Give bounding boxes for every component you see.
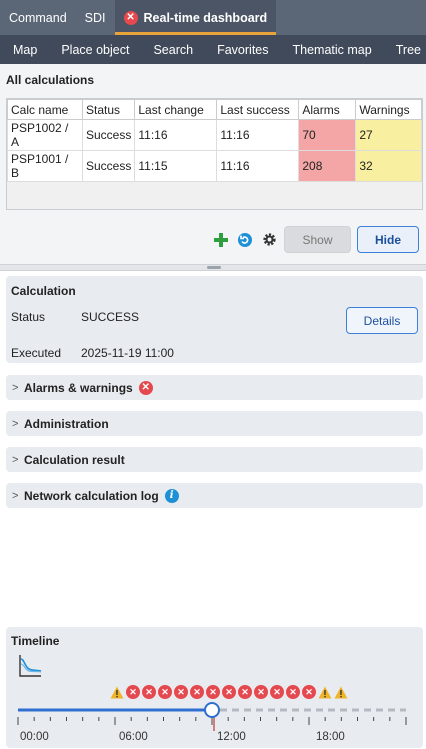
details-button[interactable]: Details (346, 307, 418, 334)
calculations-table-container: Calc name Status Last change Last succes… (6, 98, 423, 210)
timeline-handle[interactable] (204, 702, 220, 718)
error-marker-icon[interactable]: ✕ (270, 685, 284, 699)
chevron-right-icon: > (12, 381, 19, 394)
error-marker-icon[interactable]: ✕ (238, 685, 252, 699)
cell-alarms: 70 (298, 119, 357, 151)
nav-search[interactable]: Search (153, 43, 193, 57)
cell-calc-name: PSP1001 / B (7, 150, 83, 182)
warning-marker-icon[interactable] (110, 685, 124, 699)
tick-label-0000: 00:00 (20, 731, 49, 743)
tab-real-time-dashboard[interactable]: ✕ Real-time dashboard (114, 0, 277, 35)
warning-marker-icon[interactable] (334, 685, 348, 699)
cell-last-change: 11:16 (134, 119, 218, 151)
close-tab-icon[interactable]: ✕ (123, 10, 138, 25)
error-marker-icon[interactable]: ✕ (254, 685, 268, 699)
error-marker-icon[interactable]: ✕ (158, 685, 172, 699)
tab-sdi-label: SDI (84, 10, 106, 25)
chart-icon[interactable] (18, 654, 42, 678)
info-icon: i (164, 488, 179, 503)
calculation-title: Calculation (11, 284, 76, 298)
tab-sdi[interactable]: SDI (76, 0, 115, 35)
timeline-markers: ✕ ✕ ✕ ✕ ✕ ✕ ✕ ✕ ✕ ✕ ✕ ✕ (110, 685, 348, 699)
timeline-track[interactable] (6, 701, 423, 731)
chevron-right-icon: > (12, 489, 19, 502)
section-label: Calculation result (24, 452, 125, 467)
error-marker-icon[interactable]: ✕ (206, 685, 220, 699)
cell-last-change: 11:15 (134, 150, 218, 182)
table-row[interactable]: PSP1002 / A Success 11:16 11:16 70 27 (7, 119, 422, 151)
section-network-calculation-log[interactable]: > Network calculation log i (6, 483, 423, 508)
column-header-last-change[interactable]: Last change (134, 99, 218, 120)
calculations-actions: Show Hide (212, 226, 419, 253)
timeline-title: Timeline (11, 634, 60, 648)
section-label: Network calculation log (24, 488, 159, 503)
timeline-card: Timeline ✕ ✕ ✕ ✕ ✕ ✕ ✕ ✕ ✕ ✕ ✕ ✕ 00:00 06:00 12:00 … (6, 627, 423, 748)
cell-warnings: 32 (355, 150, 422, 182)
status-label: Status (11, 310, 46, 324)
executed-label: Executed (11, 346, 62, 360)
tick-label-1200: 12:00 (217, 731, 246, 743)
error-marker-icon[interactable]: ✕ (190, 685, 204, 699)
tick-label-0600: 06:00 (119, 731, 148, 743)
gear-icon[interactable] (260, 231, 278, 249)
cell-warnings: 27 (355, 119, 422, 151)
splitter-grip[interactable] (207, 266, 221, 269)
nav-favorites[interactable]: Favorites (217, 43, 268, 57)
column-header-status[interactable]: Status (81, 99, 136, 120)
top-tab-bar: Command SDI ✕ Real-time dashboard (0, 0, 426, 35)
calculations-table: Calc name Status Last change Last succes… (7, 99, 422, 182)
warning-marker-icon[interactable] (318, 685, 332, 699)
section-label: Administration (24, 416, 109, 431)
show-button[interactable]: Show (284, 226, 351, 253)
tab-command-label: Command (9, 10, 67, 25)
calculation-card: Calculation Status SUCCESS Executed 2025… (6, 276, 423, 363)
column-header-last-success[interactable]: Last success (216, 99, 300, 120)
cell-calc-name: PSP1002 / A (7, 119, 83, 151)
tab-real-time-dashboard-label: Real-time dashboard (143, 10, 268, 25)
status-value: SUCCESS (81, 310, 140, 324)
nav-bar: Map Place object Search Favorites Themat… (0, 35, 426, 64)
cell-last-success: 11:16 (216, 119, 300, 151)
all-calculations-title: All calculations (6, 73, 95, 87)
column-header-warnings[interactable]: Warnings (355, 99, 422, 120)
error-marker-icon[interactable]: ✕ (222, 685, 236, 699)
section-alarms-warnings[interactable]: > Alarms & warnings ✕ (6, 375, 423, 400)
table-header-row: Calc name Status Last change Last succes… (7, 99, 422, 120)
nav-map[interactable]: Map (13, 43, 37, 57)
cell-status: Success (81, 150, 136, 182)
section-calculation-result[interactable]: > Calculation result (6, 447, 423, 472)
details-pane: Calculation Status SUCCESS Executed 2025… (0, 271, 426, 749)
tab-command[interactable]: Command (0, 0, 76, 35)
cell-status: Success (81, 119, 136, 151)
section-label: Alarms & warnings (24, 380, 133, 395)
cell-last-success: 11:16 (216, 150, 300, 182)
executed-value: 2025-11-19 11:00 (81, 346, 174, 360)
chevron-right-icon: > (12, 417, 19, 430)
error-icon: ✕ (138, 380, 153, 395)
column-header-alarms[interactable]: Alarms (298, 99, 357, 120)
table-row[interactable]: PSP1001 / B Success 11:15 11:16 208 32 (7, 150, 422, 182)
cell-alarms: 208 (298, 150, 357, 182)
section-administration[interactable]: > Administration (6, 411, 423, 436)
error-marker-icon[interactable]: ✕ (302, 685, 316, 699)
nav-tree[interactable]: Tree (396, 43, 421, 57)
column-header-calc-name[interactable]: Calc name (7, 99, 83, 120)
error-marker-icon[interactable]: ✕ (126, 685, 140, 699)
chevron-right-icon: > (12, 453, 19, 466)
error-marker-icon[interactable]: ✕ (174, 685, 188, 699)
nav-place-object[interactable]: Place object (61, 43, 129, 57)
nav-thematic-map[interactable]: Thematic map (293, 43, 372, 57)
refresh-icon[interactable] (236, 231, 254, 249)
error-marker-icon[interactable]: ✕ (286, 685, 300, 699)
tick-label-1800: 18:00 (316, 731, 345, 743)
panel-splitter[interactable] (0, 264, 426, 271)
plus-icon[interactable] (212, 231, 230, 249)
hide-button[interactable]: Hide (357, 226, 419, 253)
error-marker-icon[interactable]: ✕ (142, 685, 156, 699)
